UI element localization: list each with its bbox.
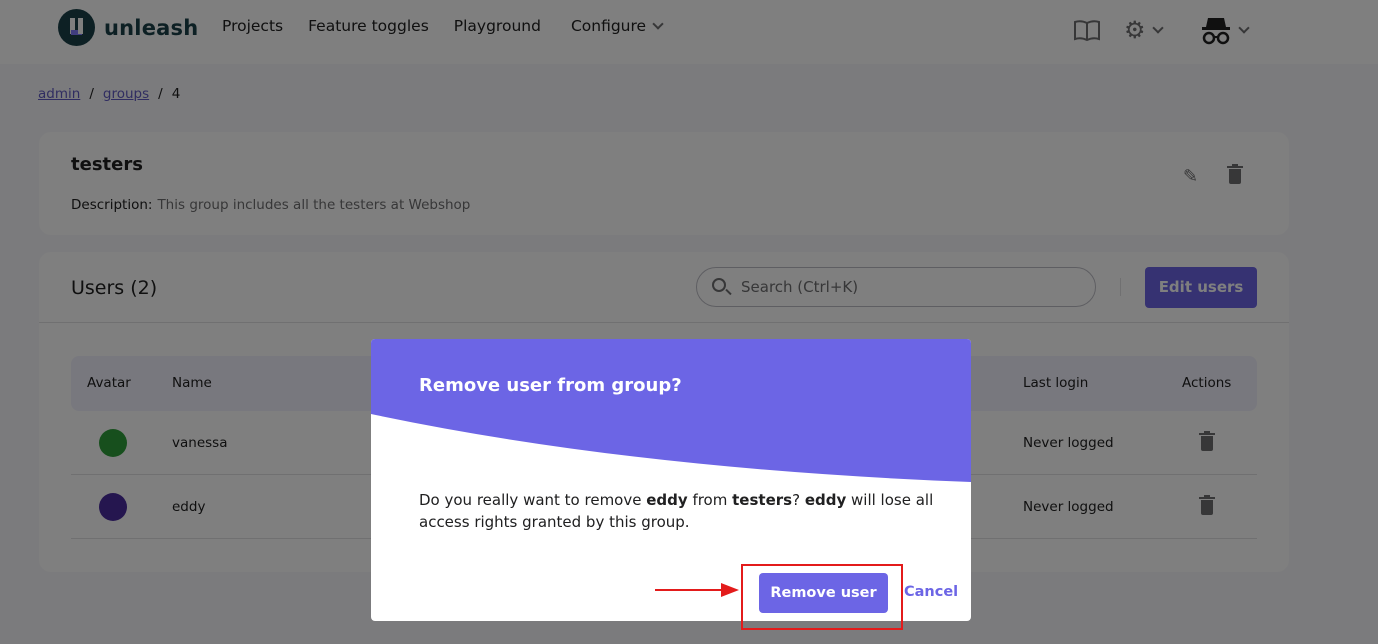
dialog-text: Do you really want to remove eddy from t… xyxy=(419,489,939,533)
dialog-title: Remove user from group? xyxy=(419,375,682,396)
dialog-text-part: ? xyxy=(792,491,805,509)
dialog-header-wave xyxy=(371,339,971,482)
dialog-user: eddy xyxy=(646,491,688,509)
annotation-arrow-icon xyxy=(655,583,739,597)
dialog-user: eddy xyxy=(804,491,847,509)
dialog-text-part: from xyxy=(687,491,733,509)
dialog-group: testers xyxy=(732,491,793,509)
dialog-text-part: Do you really want to remove xyxy=(419,491,647,509)
annotation-highlight-box xyxy=(741,564,903,630)
cancel-button[interactable]: Cancel xyxy=(904,584,958,600)
